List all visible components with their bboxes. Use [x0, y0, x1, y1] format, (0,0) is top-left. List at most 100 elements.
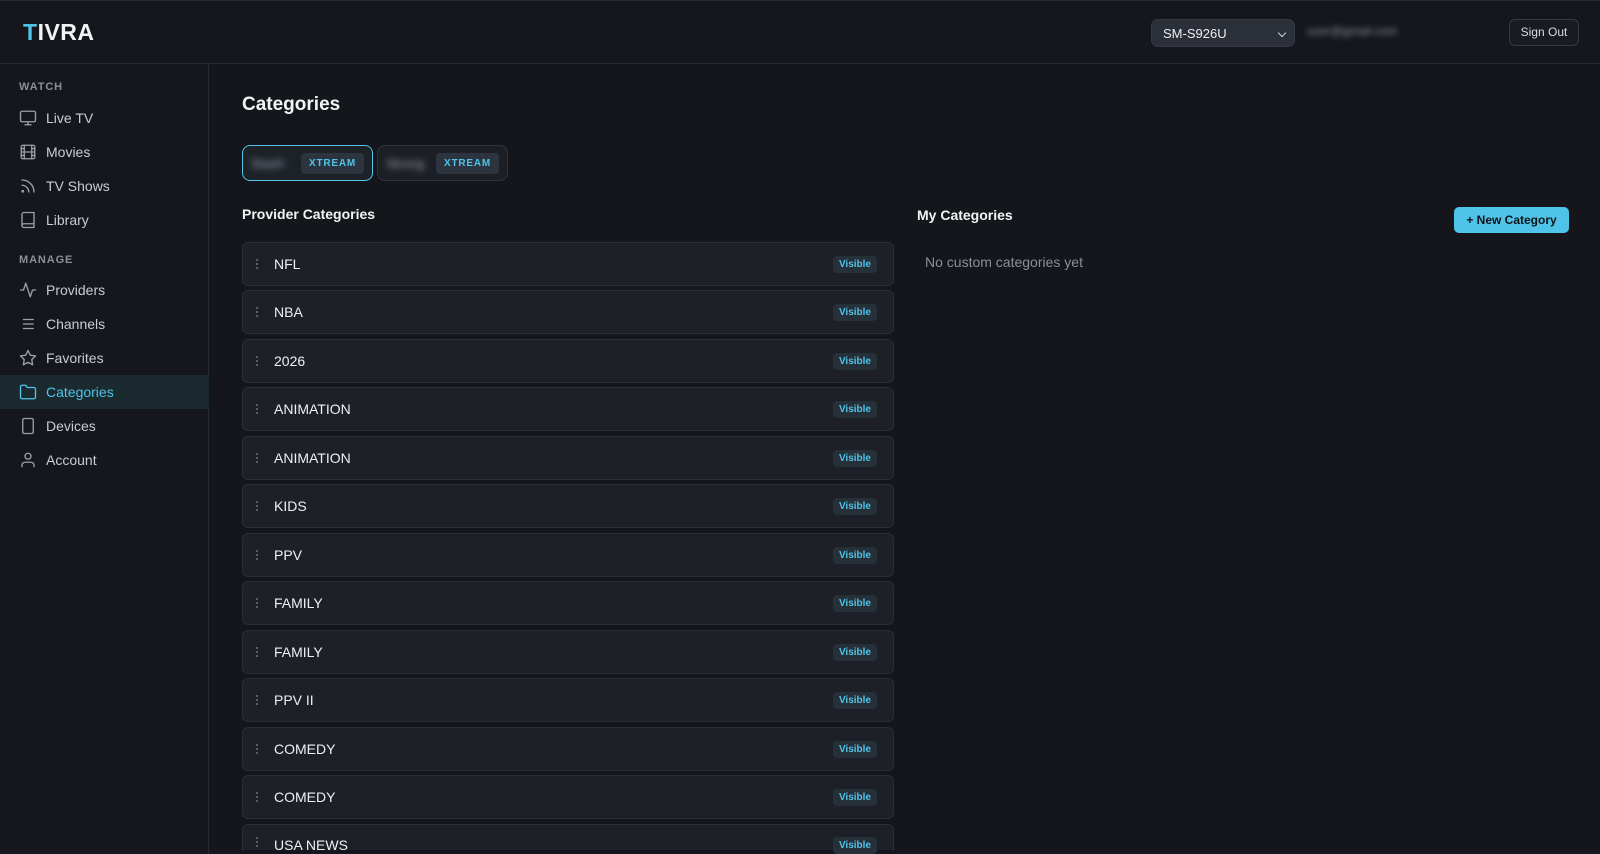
sidebar-item-label: Channels	[46, 316, 106, 332]
category-row[interactable]: KIDS Visible	[242, 484, 894, 528]
category-row[interactable]: COMEDY Visible	[242, 727, 894, 771]
account-email: user@gmail.com	[1307, 24, 1398, 38]
sidebar-item-label: Live TV	[46, 110, 94, 126]
visibility-badge[interactable]: Visible	[832, 691, 877, 709]
sidebar: WATCH Live TV Movies TV Shows Library MA…	[0, 64, 209, 854]
visibility-badge[interactable]: Visible	[832, 837, 877, 854]
provider-categories-title: Provider Categories	[242, 206, 376, 222]
film-icon	[19, 143, 37, 161]
folder-icon	[19, 383, 37, 401]
monitor-icon	[19, 109, 37, 127]
visibility-badge[interactable]: Visible	[832, 546, 877, 564]
visibility-badge[interactable]: Visible	[832, 352, 877, 370]
category-row[interactable]: FAMILY Visible	[242, 630, 894, 674]
drag-handle-icon[interactable]	[256, 259, 260, 269]
drag-handle-icon[interactable]	[256, 501, 260, 511]
sidebar-item-label: Account	[46, 452, 97, 468]
logo-letter-accent: T	[23, 19, 38, 45]
drag-handle-icon[interactable]	[256, 792, 260, 802]
category-name: PPV II	[274, 692, 314, 708]
provider-type-badge: XTREAM	[301, 152, 365, 174]
user-icon	[19, 451, 37, 469]
category-name: ANIMATION	[274, 401, 351, 417]
category-name: KIDS	[274, 498, 307, 514]
sidebar-item-channels[interactable]: Channels	[0, 307, 209, 341]
category-row[interactable]: PPV II Visible	[242, 678, 894, 722]
drag-handle-icon[interactable]	[256, 647, 260, 657]
provider-tab-2[interactable]: Strong XTREAM	[377, 145, 509, 181]
top-bar: TIVRA SM-S926U user@gmail.com Sign Out	[0, 0, 1600, 64]
sidebar-item-label: Favorites	[46, 350, 104, 366]
drag-handle-icon[interactable]	[256, 356, 260, 366]
drag-handle-icon[interactable]	[256, 404, 260, 414]
visibility-badge[interactable]: Visible	[832, 643, 877, 661]
provider-tab-1[interactable]: Stash XTREAM	[242, 145, 374, 181]
category-name: 2026	[274, 353, 306, 369]
visibility-badge[interactable]: Visible	[832, 497, 877, 515]
category-name: USA NEWS	[274, 837, 348, 853]
drag-handle-icon[interactable]	[256, 837, 260, 847]
drag-handle-icon[interactable]	[256, 695, 260, 705]
book-icon	[19, 211, 37, 229]
sidebar-item-providers[interactable]: Providers	[0, 273, 209, 307]
category-name: COMEDY	[274, 741, 336, 757]
provider-name: Strong	[386, 155, 425, 171]
category-name: FAMILY	[274, 595, 323, 611]
visibility-badge[interactable]: Visible	[832, 255, 877, 273]
visibility-badge[interactable]: Visible	[832, 449, 877, 467]
my-categories-title: My Categories	[917, 207, 1013, 223]
sidebar-item-tv-shows[interactable]: TV Shows	[0, 169, 209, 203]
drag-handle-icon[interactable]	[256, 550, 260, 560]
sidebar-item-movies[interactable]: Movies	[0, 135, 209, 169]
category-name: FAMILY	[274, 644, 323, 660]
drag-handle-icon[interactable]	[256, 598, 260, 608]
rss-icon	[19, 177, 37, 195]
sidebar-item-devices[interactable]: Devices	[0, 409, 209, 443]
drag-handle-icon[interactable]	[256, 453, 260, 463]
drag-handle-icon[interactable]	[256, 307, 260, 317]
visibility-badge[interactable]: Visible	[832, 400, 877, 418]
sidebar-item-label: Devices	[46, 418, 96, 434]
category-name: PPV	[274, 547, 303, 563]
sidebar-item-label: Movies	[46, 144, 91, 160]
category-row[interactable]: NBA Visible	[242, 290, 894, 334]
category-name: ANIMATION	[274, 450, 351, 466]
provider-name: Stash	[251, 155, 285, 171]
chevron-down-icon	[1277, 28, 1287, 38]
visibility-badge[interactable]: Visible	[832, 788, 877, 806]
sidebar-section-manage: MANAGE	[19, 254, 74, 266]
category-name: NFL	[274, 256, 301, 272]
provider-type-badge: XTREAM	[436, 152, 500, 174]
sidebar-item-label: TV Shows	[46, 178, 110, 194]
activity-icon	[19, 281, 37, 299]
sidebar-item-label: Library	[46, 212, 89, 228]
category-name: NBA	[274, 304, 303, 320]
sidebar-item-live-tv[interactable]: Live TV	[0, 101, 209, 135]
sidebar-item-account[interactable]: Account	[0, 443, 209, 477]
list-icon	[19, 315, 37, 333]
category-row[interactable]: COMEDY Visible	[242, 775, 894, 819]
visibility-badge[interactable]: Visible	[832, 594, 877, 612]
category-row[interactable]: USA NEWS Visible	[242, 824, 894, 854]
logo-text: IVRA	[37, 19, 95, 45]
new-category-button[interactable]: + New Category	[1454, 207, 1569, 233]
star-icon	[19, 349, 37, 367]
sign-out-button[interactable]: Sign Out	[1509, 19, 1579, 46]
device-select-value: SM-S926U	[1163, 26, 1227, 41]
category-row[interactable]: NFL Visible	[242, 242, 894, 286]
drag-handle-icon[interactable]	[256, 744, 260, 754]
category-row[interactable]: 2026 Visible	[242, 339, 894, 383]
sidebar-item-categories[interactable]: Categories	[0, 375, 209, 409]
category-row[interactable]: ANIMATION Visible	[242, 436, 894, 480]
empty-categories-message: No custom categories yet	[925, 254, 1083, 270]
sidebar-item-library[interactable]: Library	[0, 203, 209, 237]
category-row[interactable]: ANIMATION Visible	[242, 387, 894, 431]
category-row[interactable]: FAMILY Visible	[242, 581, 894, 625]
category-row[interactable]: PPV Visible	[242, 533, 894, 577]
visibility-badge[interactable]: Visible	[832, 740, 877, 758]
device-select[interactable]: SM-S926U	[1151, 19, 1295, 47]
app-logo[interactable]: TIVRA	[23, 19, 95, 46]
sidebar-item-favorites[interactable]: Favorites	[0, 341, 209, 375]
visibility-badge[interactable]: Visible	[832, 303, 877, 321]
category-name: COMEDY	[274, 789, 336, 805]
